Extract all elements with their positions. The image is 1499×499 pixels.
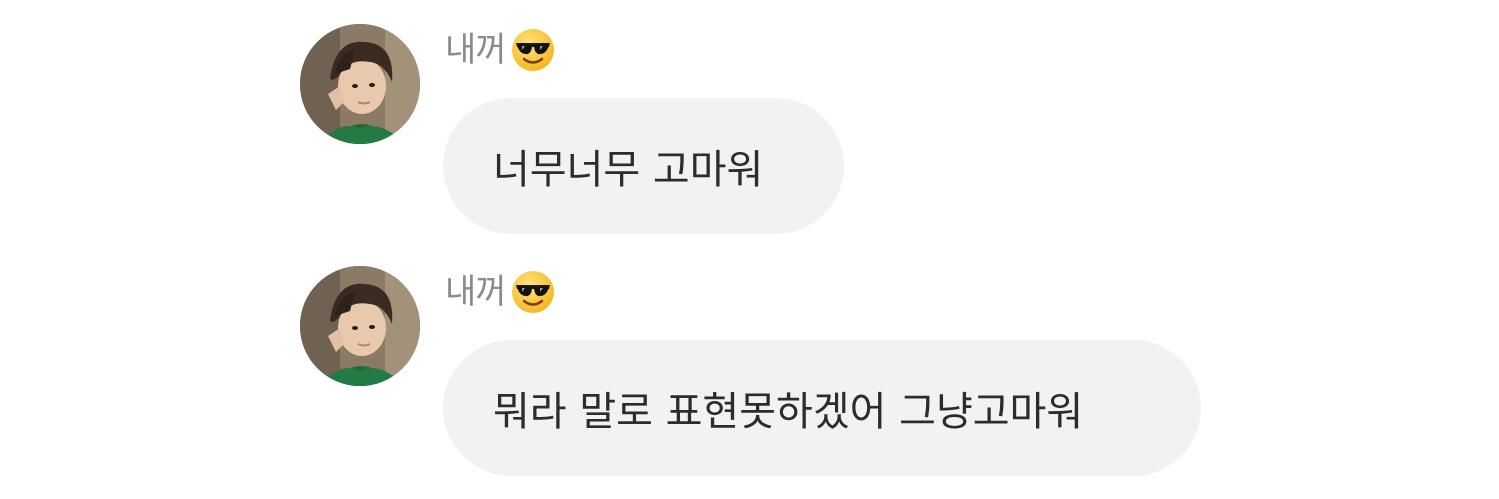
message-bubble[interactable]: 너무너무 고마워 — [443, 98, 844, 234]
sender-name: 내꺼 — [445, 272, 507, 312]
sender-row: 내꺼 — [445, 26, 556, 74]
message-text: 뭐라 말로 표현못하겠어 그냥고마워 — [493, 389, 1084, 435]
avatar[interactable] — [300, 24, 420, 144]
sender-row: 내꺼 — [445, 268, 556, 316]
avatar-photo — [300, 266, 420, 386]
message-text: 너무너무 고마워 — [493, 147, 764, 193]
sunglasses-emoji-icon — [511, 29, 554, 71]
avatar[interactable] — [300, 266, 420, 386]
message-bubble[interactable]: 뭐라 말로 표현못하겠어 그냥고마워 — [443, 340, 1201, 476]
sender-name: 내꺼 — [445, 30, 507, 70]
sunglasses-emoji-icon — [511, 271, 554, 313]
avatar-photo — [300, 24, 420, 144]
